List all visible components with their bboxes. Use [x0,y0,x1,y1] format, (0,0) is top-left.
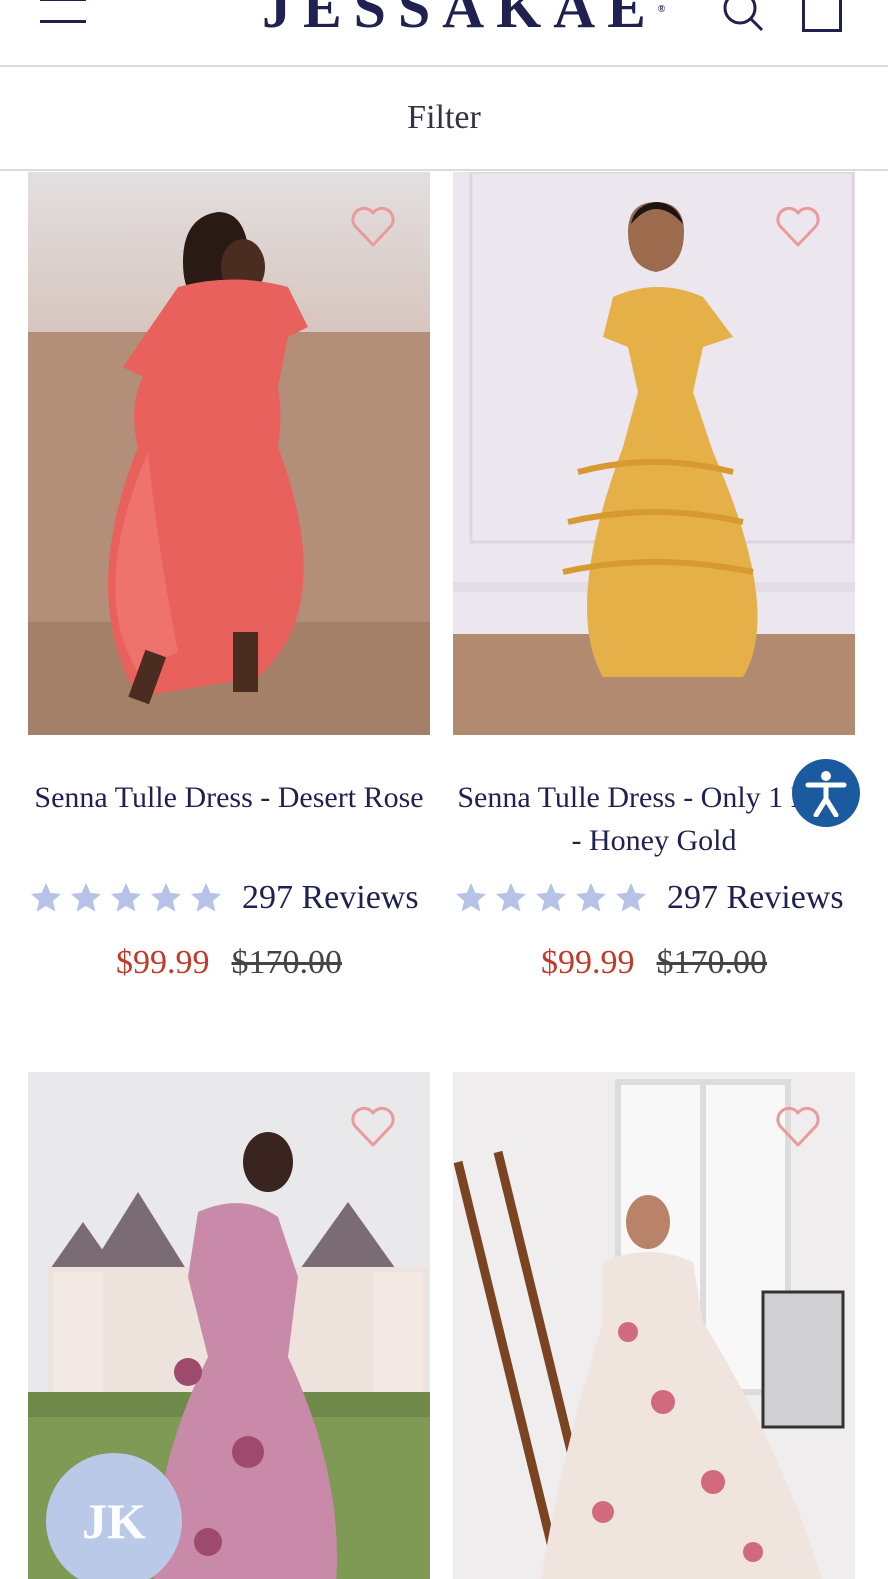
brand-logo[interactable]: JESSAKAE® [262,0,665,41]
accessibility-button[interactable] [792,759,860,827]
chat-widget-logo: JK [82,1493,146,1549]
wishlist-heart-icon[interactable] [775,1106,821,1148]
wishlist-heart-icon[interactable] [775,206,821,248]
star-icon [616,883,646,912]
star-icon [31,883,61,912]
sale-price: $99.99 [541,944,635,981]
star-icon [496,883,526,912]
review-count[interactable]: 297 Reviews [667,879,844,917]
site-header: JESSAKAE® [0,0,888,67]
star-icon [456,883,486,912]
star-icon [536,883,566,912]
star-icon [576,883,606,912]
search-icon[interactable] [722,0,764,34]
star-icon [191,883,221,912]
accessibility-icon [805,771,847,817]
wishlist-heart-icon[interactable] [350,206,396,248]
product-price: $99.99 $170.00 [28,944,430,982]
chat-widget-button[interactable]: JK [46,1453,182,1579]
filter-label[interactable]: Filter [407,99,481,137]
cart-icon[interactable] [802,0,842,32]
sale-price: $99.99 [116,944,210,981]
star-icon [151,883,181,912]
star-icon [71,883,101,912]
menu-icon[interactable] [40,0,88,26]
product-image[interactable] [453,1072,855,1579]
product-price: $99.99 $170.00 [453,944,855,982]
rating-stars [453,880,649,916]
wishlist-heart-icon[interactable] [350,1106,396,1148]
product-rating[interactable]: 297 Reviews [453,879,855,917]
rating-stars [28,880,224,916]
product-name[interactable]: Senna Tulle Dress - Desert Rose [28,776,430,819]
original-price: $170.00 [231,944,343,981]
star-icon [111,883,141,912]
product-image[interactable] [28,172,430,735]
original-price: $170.00 [656,944,768,981]
review-count[interactable]: 297 Reviews [242,879,419,917]
product-rating[interactable]: 297 Reviews [28,879,430,917]
product-image[interactable] [453,172,855,735]
filter-bar[interactable]: Filter [0,67,888,171]
